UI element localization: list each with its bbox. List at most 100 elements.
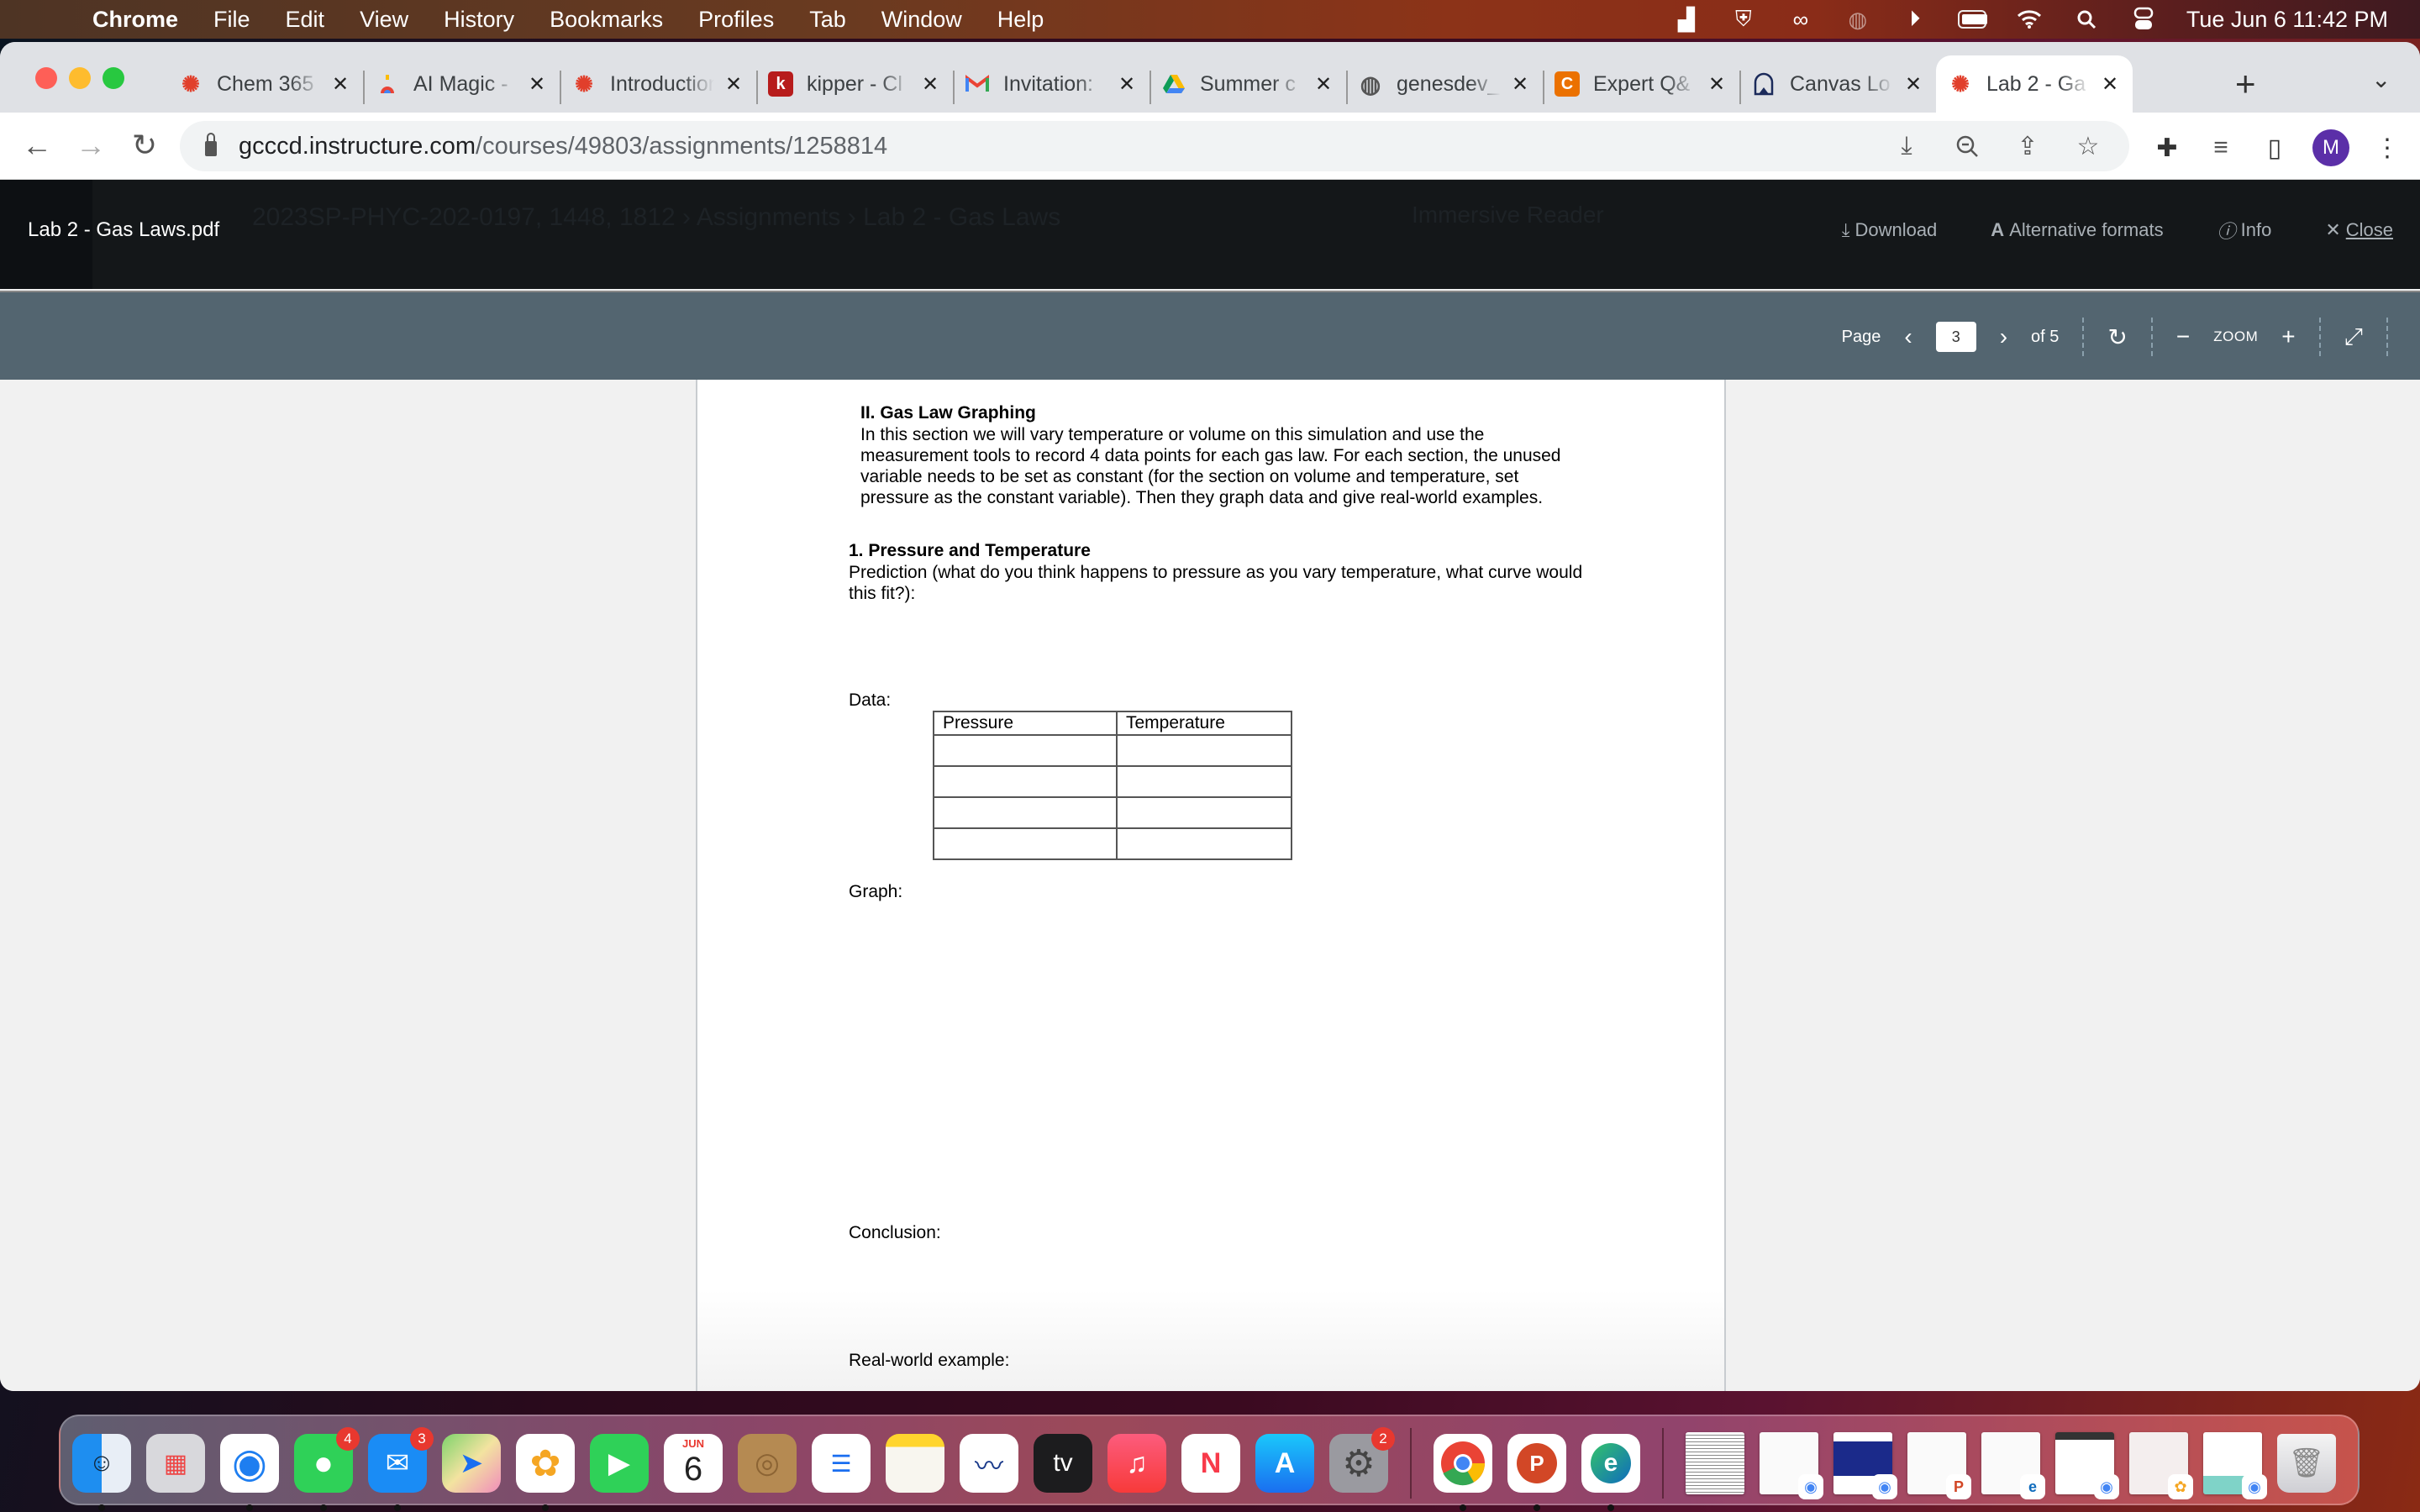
side-panel-icon[interactable]: ▯ <box>2259 131 2291 165</box>
fullscreen-expand-icon[interactable]: ⤢ <box>2344 323 2363 351</box>
dock-minimized-window-chrome[interactable]: ◉ <box>2203 1432 2267 1499</box>
wifi-icon[interactable] <box>2015 7 2044 32</box>
shield-check-icon[interactable]: ⛨ <box>1729 6 1758 32</box>
dock-trash[interactable]: 🗑 <box>2277 1434 2336 1493</box>
menu-help[interactable]: Help <box>997 7 1044 33</box>
zoom-in-plus-icon[interactable]: + <box>2281 323 2295 350</box>
profile-avatar[interactable]: M <box>2312 129 2349 166</box>
tab-close-icon[interactable]: ✕ <box>526 72 548 97</box>
page-number-input[interactable] <box>1935 322 1976 352</box>
play-circle-icon[interactable]: ⏵ <box>1901 6 1929 32</box>
creative-cloud-icon[interactable]: ∞ <box>1786 7 1815 32</box>
window-minimize-button[interactable] <box>69 67 91 89</box>
window-close-button[interactable] <box>35 67 57 89</box>
tab-search-chevron-icon[interactable]: ⌄ <box>2371 66 2391 93</box>
tab-close-icon[interactable]: ✕ <box>919 72 941 97</box>
dock-minimized-document[interactable] <box>1686 1432 1744 1494</box>
tab-lab-2-active[interactable]: ✺ Lab 2 - Ga ✕ <box>1936 55 2133 113</box>
menu-history[interactable]: History <box>444 7 514 33</box>
window-zoom-button[interactable] <box>103 67 124 89</box>
close-preview-button[interactable]: ✕ Close <box>2325 219 2393 241</box>
dock-reminders[interactable]: ☰ <box>812 1434 871 1493</box>
zoom-out-minus-icon[interactable]: − <box>2176 323 2190 350</box>
info-button[interactable]: ⓘ Info <box>2217 217 2272 244</box>
lock-icon[interactable] <box>205 133 217 156</box>
dock-facetime[interactable]: ▶ <box>590 1434 649 1493</box>
tab-genesdev[interactable]: ◍ genesdev_ ✕ <box>1346 55 1543 113</box>
tab-invitation[interactable]: Invitation: ✕ <box>953 55 1150 113</box>
dock-music[interactable]: ♫ <box>1107 1434 1166 1493</box>
dock-google-chrome[interactable] <box>1434 1434 1492 1511</box>
dock-minimized-window-chrome[interactable]: ◉ <box>1760 1432 1823 1499</box>
tab-ai-magic[interactable]: AI Magic - ✕ <box>363 55 560 113</box>
dock-minimized-window-chrome[interactable]: ◉ <box>1833 1432 1897 1499</box>
dock-messages[interactable]: ● 4 <box>294 1427 360 1511</box>
install-app-icon[interactable]: ⤓ <box>1891 129 1923 163</box>
globe-icon[interactable]: ◍ <box>1844 7 1872 32</box>
tab-canvas-login[interactable]: Canvas Lo ✕ <box>1739 55 1936 113</box>
tab-close-icon[interactable]: ✕ <box>329 72 351 97</box>
tab-close-icon[interactable]: ✕ <box>1706 72 1728 97</box>
control-center-icon[interactable] <box>2129 7 2158 32</box>
menu-bookmarks[interactable]: Bookmarks <box>550 7 663 33</box>
tab-expert-qa[interactable]: C Expert Q& ✕ <box>1543 55 1739 113</box>
tab-close-icon[interactable]: ✕ <box>2099 72 2121 97</box>
share-icon[interactable]: ⇪ <box>2012 129 2044 163</box>
dock-finder[interactable]: ☺ <box>72 1434 131 1511</box>
dock-launchpad[interactable]: ▦ <box>146 1434 205 1493</box>
tab-summer[interactable]: Summer c ✕ <box>1150 55 1346 113</box>
dock-contacts[interactable]: ◎ <box>738 1434 797 1493</box>
dock-freeform[interactable]: 〰 <box>960 1434 1018 1493</box>
extensions-puzzle-icon[interactable]: ✚ <box>2151 131 2183 165</box>
download-button[interactable]: ⤓ Download <box>1842 219 1938 241</box>
dock-minimized-window-chrome[interactable]: ◉ <box>2055 1432 2119 1499</box>
rotate-icon[interactable]: ↻ <box>2107 323 2127 351</box>
dock-minimized-window-powerpoint[interactable]: P <box>1907 1432 1971 1499</box>
next-page-chevron-icon[interactable]: › <box>2000 323 2007 350</box>
battery-icon[interactable] <box>1957 7 1987 32</box>
alternative-formats-button[interactable]: A Alternative formats <box>1991 219 2163 241</box>
dock-powerpoint[interactable]: P <box>1507 1434 1566 1511</box>
dock-apple-tv[interactable]: tv <box>1034 1434 1092 1493</box>
media-control-icon[interactable]: ≡ <box>2205 131 2237 165</box>
zoom-out-icon[interactable] <box>1951 129 1983 163</box>
menu-bar-clock[interactable]: Tue Jun 6 11:42 PM <box>2186 7 2388 33</box>
reload-icon[interactable]: ↻ <box>128 128 161 163</box>
tab-introduction[interactable]: ✺ Introduction ✕ <box>560 55 756 113</box>
spotlight-search-icon[interactable] <box>2072 7 2101 32</box>
tab-chem-365[interactable]: ✺ Chem 365 ✕ <box>166 55 363 113</box>
menu-edit[interactable]: Edit <box>286 7 325 33</box>
back-arrow-icon[interactable]: ← <box>20 128 54 163</box>
dock-photos[interactable]: ✿ <box>516 1434 575 1511</box>
dock-app-store[interactable]: A <box>1255 1434 1314 1493</box>
new-tab-button[interactable]: + <box>2235 62 2256 106</box>
notion-icon[interactable]: ▟ <box>1672 7 1701 32</box>
tab-kipper[interactable]: k kipper - Cl ✕ <box>756 55 953 113</box>
tab-close-icon[interactable]: ✕ <box>723 72 744 97</box>
dock-microsoft-edge[interactable]: e <box>1581 1434 1640 1511</box>
chrome-menu-kebab-icon[interactable]: ⋮ <box>2371 131 2403 165</box>
menu-app-chrome[interactable]: Chrome <box>92 7 178 33</box>
tab-close-icon[interactable]: ✕ <box>1116 72 1138 97</box>
tab-close-icon[interactable]: ✕ <box>1509 72 1531 97</box>
dock-maps[interactable]: ➤ <box>442 1434 501 1493</box>
dock-notes[interactable] <box>886 1434 944 1493</box>
dock-mail[interactable]: ✉ 3 <box>368 1427 434 1511</box>
address-bar[interactable]: gcccd.instructure.com/courses/49803/assi… <box>180 121 2129 171</box>
dock-news[interactable]: N <box>1181 1434 1240 1493</box>
forward-arrow-icon[interactable]: → <box>74 128 108 163</box>
tab-close-icon[interactable]: ✕ <box>1902 72 1924 97</box>
menu-profiles[interactable]: Profiles <box>698 7 774 33</box>
menu-file[interactable]: File <box>213 7 250 33</box>
dock-system-settings[interactable]: ⚙ 2 <box>1329 1427 1395 1493</box>
pdf-scroll-area[interactable]: II. Gas Law Graphing In this section we … <box>0 380 2420 1391</box>
menu-tab[interactable]: Tab <box>809 7 846 33</box>
menu-window[interactable]: Window <box>881 7 962 33</box>
dock-safari[interactable]: ◉ <box>220 1434 279 1511</box>
dock-minimized-window-edge[interactable]: e <box>1981 1432 2045 1499</box>
previous-page-chevron-icon[interactable]: ‹ <box>1904 323 1912 350</box>
menu-view[interactable]: View <box>360 7 408 33</box>
dock-minimized-window-photos[interactable]: ✿ <box>2129 1432 2193 1499</box>
bookmark-star-icon[interactable]: ☆ <box>2072 129 2104 163</box>
dock-calendar[interactable]: JUN 6 <box>664 1434 723 1493</box>
